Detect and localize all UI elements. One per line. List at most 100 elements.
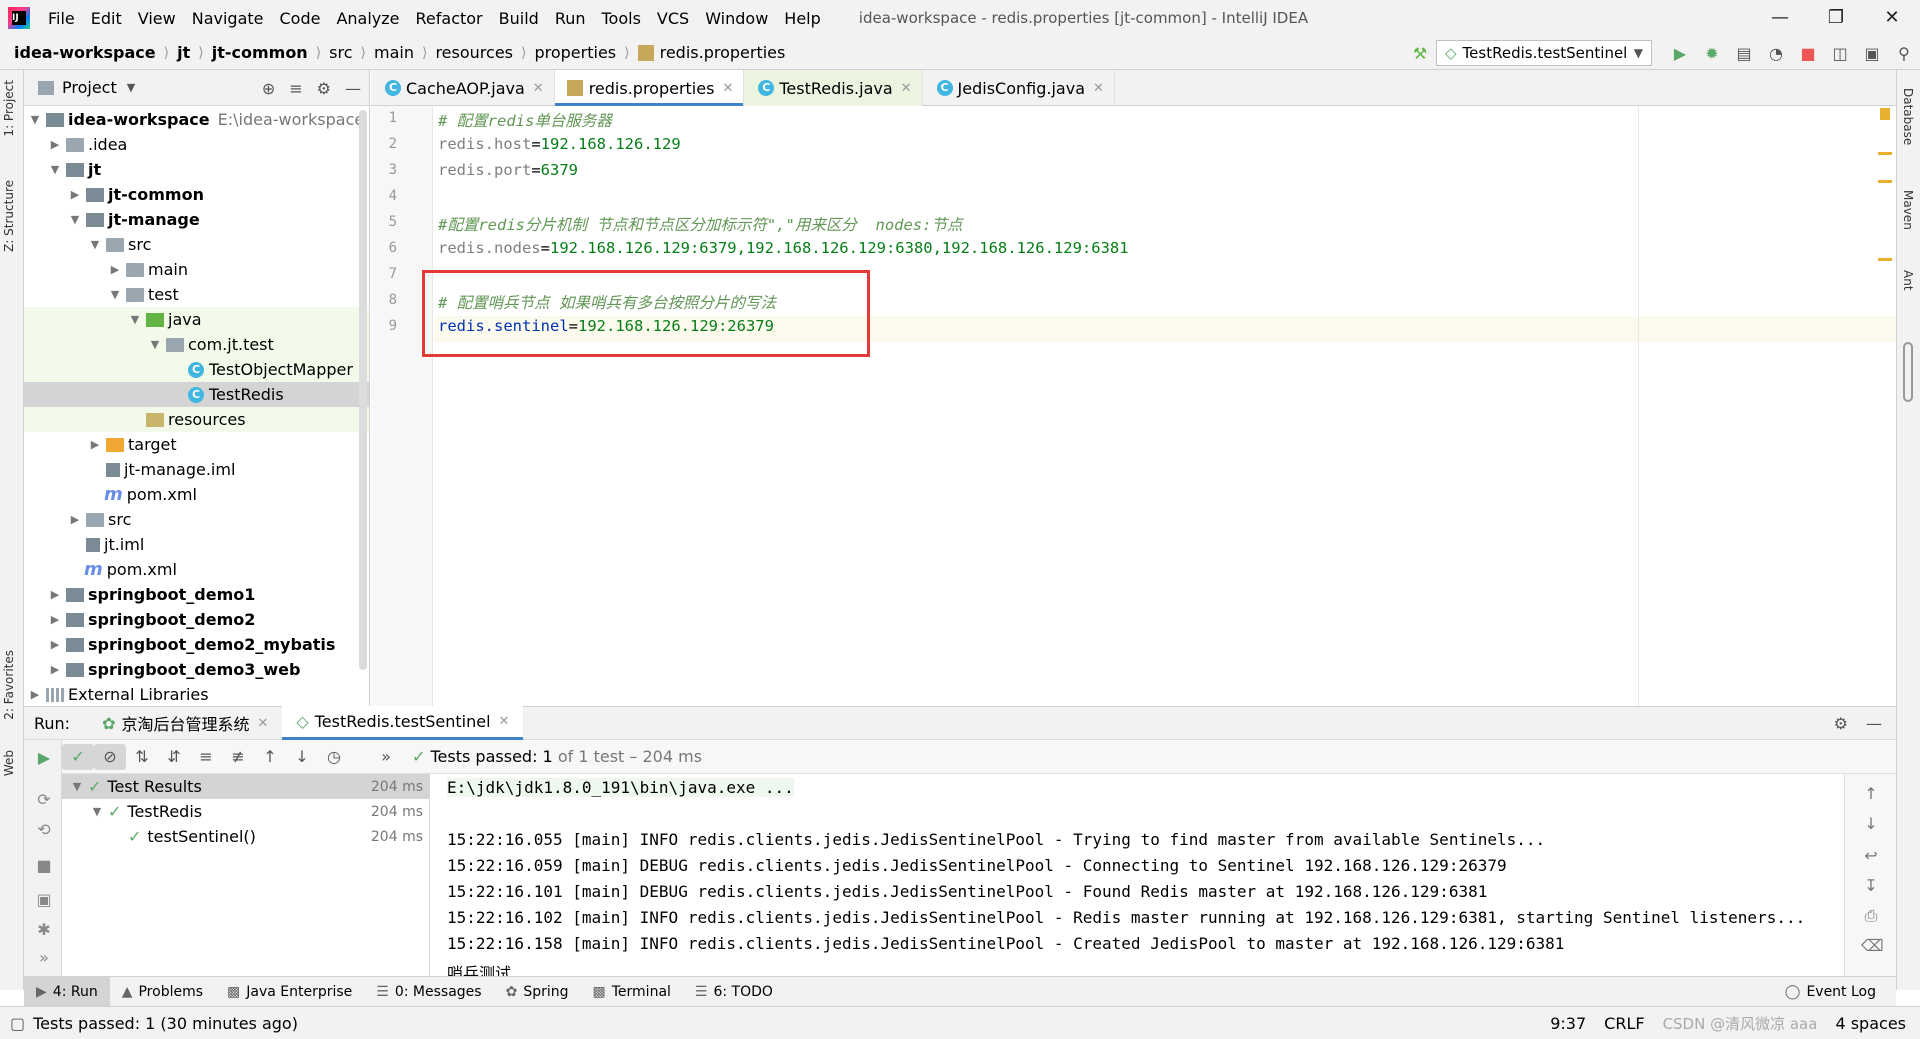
menu-navigate[interactable]: Navigate: [184, 9, 272, 28]
tree-item-springboot-demo3-web[interactable]: ▶ springboot_demo3_web: [24, 657, 369, 682]
menu-tools[interactable]: Tools: [594, 9, 649, 28]
tree-item-jt[interactable]: ▼ jt: [24, 157, 369, 182]
project-structure-icon[interactable]: ◫: [1824, 44, 1856, 63]
chevron-down-icon[interactable]: ▼: [127, 81, 135, 94]
error-stripe-mark[interactable]: [1878, 152, 1892, 155]
project-tool-button[interactable]: 1: Project: [2, 80, 16, 137]
caret-position[interactable]: 9:37: [1550, 1014, 1586, 1033]
tree-item-com-jt-test[interactable]: ▼ com.jt.test: [24, 332, 369, 357]
collapsed-arrow-icon[interactable]: ▶: [48, 138, 62, 151]
maven-tool-button[interactable]: Maven: [1901, 190, 1915, 230]
tree-item-java[interactable]: ▼ java: [24, 307, 369, 332]
run-tab-testsentinel[interactable]: ◇ TestRedis.testSentinel ✕: [282, 706, 524, 740]
up-arrow-icon[interactable]: ↑: [1861, 784, 1881, 803]
sort-alphabetically-icon[interactable]: ⇅: [126, 747, 158, 766]
close-tab-icon[interactable]: ✕: [901, 81, 912, 96]
menu-build[interactable]: Build: [491, 9, 547, 28]
tree-item-src[interactable]: ▶ src: [24, 507, 369, 532]
tree-item-resources[interactable]: resources: [24, 407, 369, 432]
test-row-results[interactable]: ▼ ✓ Test Results 204 ms: [62, 774, 429, 799]
status-toggle-icon[interactable]: ▢: [10, 1014, 25, 1033]
project-scrollbar[interactable]: [359, 110, 367, 670]
close-tab-icon[interactable]: ✕: [722, 81, 733, 96]
profile-icon[interactable]: ◔: [1760, 44, 1792, 63]
menu-view[interactable]: View: [130, 9, 184, 28]
tree-item-pom-xml[interactable]: m pom.xml: [24, 482, 369, 507]
hide-icon[interactable]: —: [345, 79, 361, 98]
breadcrumb-src[interactable]: src: [329, 43, 352, 62]
trash-icon[interactable]: ⌫: [1861, 936, 1884, 955]
more-icon[interactable]: »: [370, 747, 402, 766]
menu-vcs[interactable]: VCS: [649, 9, 697, 28]
tool-problems[interactable]: ▲ Problems: [110, 977, 215, 1007]
structure-tool-button[interactable]: Z: Structure: [2, 180, 16, 252]
project-panel-title[interactable]: Project: [62, 78, 117, 97]
run-tab-jingtao[interactable]: ✿ 京淘后台管理系统 ✕: [88, 706, 282, 740]
collapsed-arrow-icon[interactable]: ▶: [68, 513, 82, 526]
line-separator[interactable]: CRLF: [1604, 1014, 1644, 1033]
tool-java-enterprise[interactable]: ▩ Java Enterprise: [215, 977, 364, 1007]
menu-help[interactable]: Help: [776, 9, 828, 28]
settings-icon[interactable]: ✱: [32, 920, 56, 939]
gear-icon[interactable]: ⚙: [1834, 714, 1848, 733]
tree-item-src[interactable]: ▼ src: [24, 232, 369, 257]
expanded-arrow-icon[interactable]: ▼: [90, 805, 104, 818]
previous-failed-icon[interactable]: ↑: [254, 747, 286, 766]
expanded-arrow-icon[interactable]: ▼: [148, 338, 162, 351]
tree-item-testredis[interactable]: C TestRedis: [24, 382, 369, 407]
show-ignored-icon[interactable]: ⊘: [94, 743, 126, 770]
toggle-auto-test-icon[interactable]: ⟲: [32, 820, 56, 839]
collapsed-arrow-icon[interactable]: ▶: [48, 588, 62, 601]
close-icon[interactable]: ✕: [1864, 0, 1920, 36]
tree-item-pom-xml[interactable]: m pom.xml: [24, 557, 369, 582]
collapsed-arrow-icon[interactable]: ▶: [28, 688, 42, 701]
run-icon[interactable]: ▶: [1664, 44, 1696, 63]
tree-item-target[interactable]: ▶ target: [24, 432, 369, 457]
menu-code[interactable]: Code: [272, 9, 329, 28]
tool-todo[interactable]: ☰ 6: TODO: [683, 977, 785, 1007]
collapsed-arrow-icon[interactable]: ▶: [48, 663, 62, 676]
test-row-testsentinel[interactable]: ✓ testSentinel() 204 ms: [62, 824, 429, 849]
coverage-icon[interactable]: ▤: [1728, 44, 1760, 63]
presentation-icon[interactable]: ▣: [1856, 44, 1888, 63]
next-failed-icon[interactable]: ↓: [286, 747, 318, 766]
down-arrow-icon[interactable]: ↓: [1861, 814, 1881, 833]
tool-terminal[interactable]: ▩ Terminal: [581, 977, 683, 1007]
search-icon[interactable]: ⚲: [1888, 44, 1920, 63]
collapsed-arrow-icon[interactable]: ▶: [48, 638, 62, 651]
close-tab-icon[interactable]: ✕: [499, 714, 510, 729]
breadcrumb-properties[interactable]: properties: [534, 43, 616, 62]
breadcrumb-jt-common[interactable]: jt-common: [212, 43, 308, 62]
menu-edit[interactable]: Edit: [83, 9, 130, 28]
expanded-arrow-icon[interactable]: ▼: [70, 780, 84, 793]
breadcrumb-redis-properties[interactable]: redis.properties: [660, 43, 786, 62]
tree-item-jt-common[interactable]: ▶ jt-common: [24, 182, 369, 207]
tree-item-idea-workspace[interactable]: ▼ idea-workspace E:\idea-workspace: [24, 107, 369, 132]
show-passed-icon[interactable]: ✓: [62, 743, 94, 770]
hide-icon[interactable]: —: [1866, 714, 1882, 733]
camera-icon[interactable]: ▣: [32, 890, 56, 909]
ant-tool-button[interactable]: Ant: [1901, 270, 1915, 291]
tool-messages[interactable]: ☰ 0: Messages: [364, 977, 493, 1007]
tree-item-idea[interactable]: ▶ .idea: [24, 132, 369, 157]
close-tab-icon[interactable]: ✕: [533, 81, 544, 96]
tool-event-log[interactable]: ◯ Event Log: [1785, 977, 1876, 1007]
stop-icon[interactable]: ■: [1792, 44, 1824, 63]
tree-item-springboot-demo2-mybatis[interactable]: ▶ springboot_demo2_mybatis: [24, 632, 369, 657]
close-tab-icon[interactable]: ✕: [258, 716, 269, 731]
expanded-arrow-icon[interactable]: ▼: [48, 163, 62, 176]
tree-item-springboot-demo1[interactable]: ▶ springboot_demo1: [24, 582, 369, 607]
tree-item-external-libraries[interactable]: ▶ External Libraries: [24, 682, 369, 707]
rerun-icon[interactable]: ▶: [32, 748, 56, 767]
tree-item-jt-manage[interactable]: ▼ jt-manage: [24, 207, 369, 232]
tree-item-main[interactable]: ▶ main: [24, 257, 369, 282]
tool-run[interactable]: ▶ 4: Run: [24, 976, 110, 1007]
expanded-arrow-icon[interactable]: ▼: [28, 113, 42, 126]
breadcrumb-jt[interactable]: jt: [177, 43, 190, 62]
build-hammer-icon[interactable]: ⚒: [1404, 44, 1436, 63]
collapsed-arrow-icon[interactable]: ▶: [108, 263, 122, 276]
scroll-to-end-icon[interactable]: ↧: [1861, 876, 1881, 895]
status-message[interactable]: Tests passed: 1 (30 minutes ago): [33, 1014, 298, 1033]
expanded-arrow-icon[interactable]: ▼: [88, 238, 102, 251]
collapse-all-icon[interactable]: ≡: [289, 79, 302, 98]
